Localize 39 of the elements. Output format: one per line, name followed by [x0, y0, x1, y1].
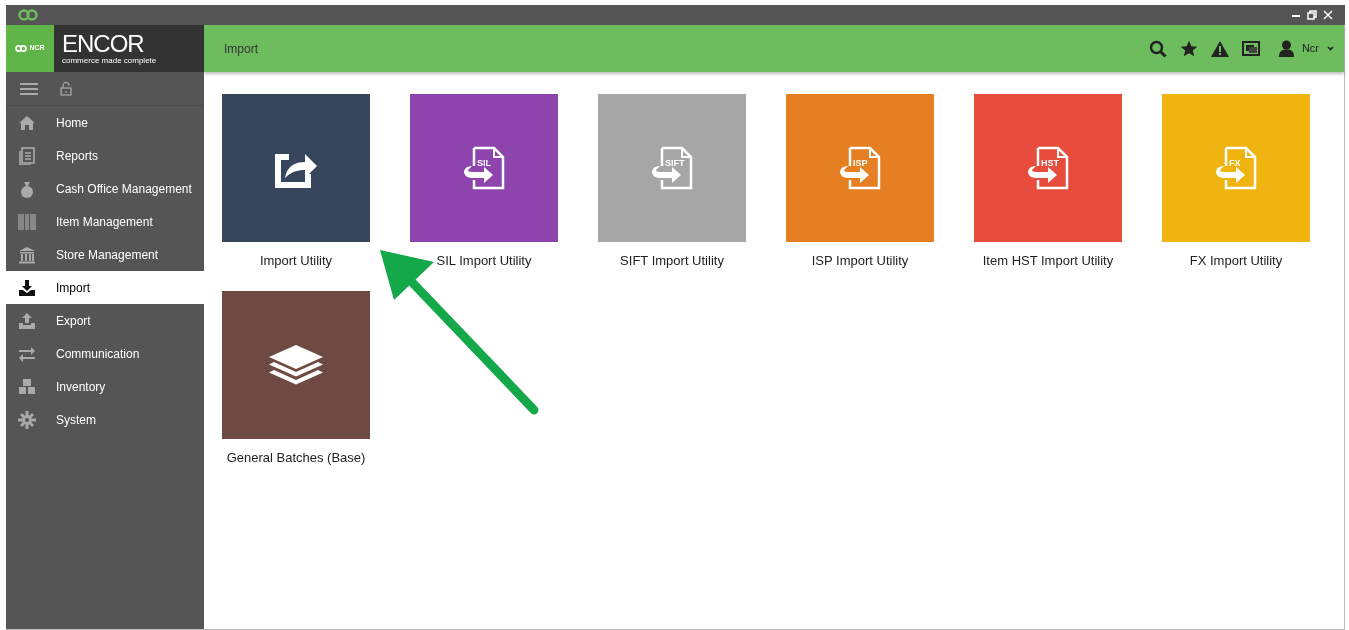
import-tile[interactable]	[222, 291, 370, 439]
restore-icon[interactable]	[1307, 10, 1317, 20]
search-icon[interactable]	[1148, 39, 1167, 58]
tile-label: SIFT Import Utility	[619, 252, 725, 269]
import-tile[interactable]	[222, 94, 370, 242]
import-tile[interactable]: HST	[974, 94, 1122, 242]
tile-label: ISP Import Utility	[810, 252, 910, 269]
tagline: commerce made complete	[62, 56, 158, 65]
screen-icon[interactable]	[1241, 40, 1260, 57]
tile-label: General Batches (Base)	[225, 449, 367, 466]
app-logo-icon	[18, 9, 38, 21]
reports-icon	[18, 146, 36, 165]
import-icon	[18, 278, 36, 297]
user-icon	[1278, 40, 1294, 57]
tile-label: Import Utility	[258, 252, 334, 269]
caret-icon	[1327, 46, 1334, 51]
tile-label: FX Import Utility	[1188, 252, 1284, 269]
tile-label: SIL Import Utility	[435, 252, 533, 269]
menu-icon[interactable]	[20, 82, 38, 95]
layers-icon	[269, 345, 323, 385]
user-menu[interactable]: Ncr	[1278, 40, 1334, 57]
home-icon	[18, 113, 36, 132]
cash-icon	[18, 179, 36, 198]
bank-icon	[18, 245, 36, 264]
sidebar-item[interactable]: Import	[6, 271, 204, 304]
export-icon	[18, 311, 36, 330]
ncr-logo-icon	[15, 45, 28, 52]
unlocked-padlock-icon[interactable]	[60, 81, 72, 96]
warning-icon[interactable]	[1210, 40, 1229, 57]
page-title: Import	[224, 40, 258, 58]
tile-label: Item HST Import Utility	[981, 252, 1115, 269]
barcode-icon	[18, 212, 36, 231]
arrows-icon	[18, 344, 36, 363]
close-icon[interactable]	[1323, 10, 1333, 20]
boxes-icon	[18, 377, 36, 396]
star-icon[interactable]	[1179, 39, 1198, 58]
gear-icon	[18, 410, 36, 429]
encor-logo-text: ENCOR	[62, 32, 145, 56]
import-tile[interactable]: SIL	[410, 94, 558, 242]
